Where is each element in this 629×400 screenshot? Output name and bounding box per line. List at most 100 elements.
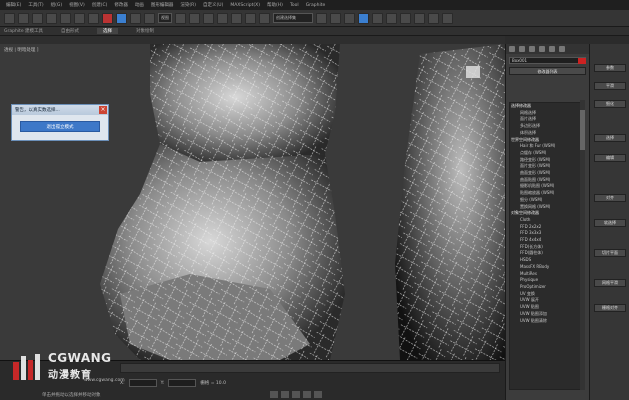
panel-button[interactable]: 平滑 — [594, 82, 626, 90]
modifier-item[interactable]: 曲面变形 (WSM) — [510, 170, 584, 177]
time-slider[interactable] — [120, 363, 500, 373]
modifier-item[interactable]: HSDS — [510, 257, 584, 264]
panel-button[interactable]: 切片平面 — [594, 249, 626, 257]
modifier-item[interactable]: FFD 4x4x4 — [510, 237, 584, 244]
pivot-icon[interactable] — [175, 12, 186, 24]
menu-item[interactable]: 编辑(E) — [6, 2, 21, 8]
percent-snap-icon[interactable] — [231, 12, 242, 24]
scrollbar-thumb[interactable] — [580, 110, 585, 150]
modifier-item[interactable]: FFD 2x2x2 — [510, 224, 584, 231]
modifier-item[interactable]: Cloth — [510, 217, 584, 224]
link-icon[interactable] — [32, 12, 43, 24]
angle-snap-icon[interactable] — [217, 12, 228, 24]
menu-item[interactable]: 自定义(U) — [203, 2, 223, 8]
go-to-start-icon[interactable] — [270, 391, 278, 398]
mirror-icon[interactable] — [316, 12, 327, 24]
menu-item[interactable]: 创建(C) — [92, 2, 108, 8]
manipulate-icon[interactable] — [189, 12, 200, 24]
rotate-icon[interactable] — [130, 12, 141, 24]
select-object-icon[interactable] — [74, 12, 85, 24]
panel-button[interactable]: 对齐 — [594, 194, 626, 202]
play-icon[interactable] — [292, 391, 300, 398]
rendered-frame-icon[interactable] — [428, 12, 439, 24]
spinner-snap-icon[interactable] — [245, 12, 256, 24]
menu-item[interactable]: Tool — [290, 3, 299, 8]
ribbon-tab-object-paint[interactable]: 对象绘制 — [136, 28, 154, 34]
modifier-item[interactable]: UVW 贴图 — [510, 304, 584, 311]
menu-item[interactable]: 工具(T) — [28, 2, 43, 8]
scale-icon[interactable] — [144, 12, 155, 24]
modifier-item[interactable]: MultiRes — [510, 271, 584, 278]
modifier-item[interactable]: FFD(圆柱体) — [510, 250, 584, 257]
modifier-list[interactable]: 选择修改器 网格选择 面片选择 多边形选择 体积选择 世界空间修改器 Hair 和 Fur … — [509, 102, 585, 390]
modifier-item[interactable]: 体积选择 — [510, 130, 584, 137]
ribbon-tab-graphite[interactable]: Graphite 建模工具 — [4, 28, 43, 34]
panel-button[interactable]: 网格平滑 — [594, 279, 626, 287]
named-selection-set-dropdown[interactable]: 创建选择集 — [273, 13, 313, 23]
render-icon[interactable] — [442, 12, 453, 24]
panel-button[interactable]: 栅格对齐 — [594, 304, 626, 312]
align-icon[interactable] — [330, 12, 341, 24]
y-field[interactable] — [168, 379, 197, 387]
modifier-item[interactable]: FFD 3x3x3 — [510, 230, 584, 237]
undo-icon[interactable] — [4, 12, 15, 24]
panel-button[interactable]: 细化 — [594, 100, 626, 108]
modifier-item[interactable]: MassFX RBody — [510, 264, 584, 271]
move-icon[interactable] — [116, 12, 127, 24]
redo-icon[interactable] — [18, 12, 29, 24]
x-field[interactable] — [128, 379, 157, 387]
motion-tab-icon[interactable] — [539, 46, 545, 52]
close-icon[interactable]: × — [99, 106, 107, 114]
menu-item[interactable]: 视图(V) — [69, 2, 85, 8]
panel-button[interactable]: 选择 — [594, 134, 626, 142]
unlink-icon[interactable] — [46, 12, 57, 24]
bind-space-warp-icon[interactable] — [60, 12, 71, 24]
panel-button[interactable]: 编辑 — [594, 154, 626, 162]
modifier-category[interactable]: 选择修改器 — [510, 103, 584, 110]
modifier-category[interactable]: 对象空间修改器 — [510, 210, 584, 217]
modifier-item[interactable]: Physique — [510, 277, 584, 284]
object-name-field[interactable]: Box001 — [509, 57, 586, 64]
material-editor-icon[interactable] — [400, 12, 411, 24]
snap-icon[interactable] — [203, 12, 214, 24]
exit-isolation-button[interactable]: 退出孤立模式 — [20, 121, 100, 132]
menu-item[interactable]: 修改器 — [114, 2, 128, 8]
viewport-label[interactable]: 透视 | 明暗处理 ] — [4, 47, 39, 53]
window-crossing-icon[interactable] — [102, 12, 113, 24]
modifier-list-dropdown[interactable]: 修改器列表 — [509, 67, 586, 75]
next-frame-icon[interactable] — [303, 391, 311, 398]
menu-item[interactable]: Graphite — [306, 3, 326, 8]
ribbon-tab-selection[interactable]: 选择 — [97, 28, 119, 34]
graphite-toggle-icon[interactable] — [358, 12, 369, 24]
menu-item[interactable]: 组(G) — [51, 2, 63, 8]
schematic-view-icon[interactable] — [386, 12, 397, 24]
hierarchy-tab-icon[interactable] — [529, 46, 535, 52]
menu-item[interactable]: 帮助(H) — [267, 2, 283, 8]
layer-icon[interactable] — [344, 12, 355, 24]
menu-item[interactable]: MAXScript(X) — [230, 3, 260, 8]
prev-frame-icon[interactable] — [281, 391, 289, 398]
menu-item[interactable]: 动画 — [135, 2, 144, 8]
display-tab-icon[interactable] — [549, 46, 555, 52]
edit-named-selection-icon[interactable] — [259, 12, 270, 24]
modify-tab-icon[interactable] — [519, 46, 525, 52]
menu-item[interactable]: 图形编辑器 — [151, 2, 174, 8]
object-color-swatch[interactable] — [578, 58, 586, 64]
modifier-item[interactable]: UVW 贴图添加 — [510, 311, 584, 318]
modifier-item[interactable]: ProOptimizer — [510, 284, 584, 291]
modifier-list-scrollbar[interactable] — [580, 100, 585, 390]
panel-button[interactable]: 参数 — [594, 64, 626, 72]
modifier-item[interactable]: 点缓存 (WSM) — [510, 150, 584, 157]
create-tab-icon[interactable] — [509, 46, 515, 52]
menu-item[interactable]: 渲染(R) — [180, 2, 196, 8]
reference-coordinate-dropdown[interactable]: 视图 — [158, 13, 172, 23]
modifier-item[interactable]: 多边形选择 — [510, 123, 584, 130]
panel-button[interactable]: 软选择 — [594, 219, 626, 227]
modifier-item[interactable]: UVW 贴图清除 — [510, 318, 584, 325]
modifier-item[interactable]: 贴图缩放器 (WSM) — [510, 190, 584, 197]
curve-editor-icon[interactable] — [372, 12, 383, 24]
ribbon-tab-freeform[interactable]: 自由形式 — [61, 28, 79, 34]
perspective-viewport[interactable]: 透视 | 明暗处理 ] — [0, 44, 505, 360]
modifier-item[interactable]: Hair 和 Fur (WSM) — [510, 143, 584, 150]
render-setup-icon[interactable] — [414, 12, 425, 24]
